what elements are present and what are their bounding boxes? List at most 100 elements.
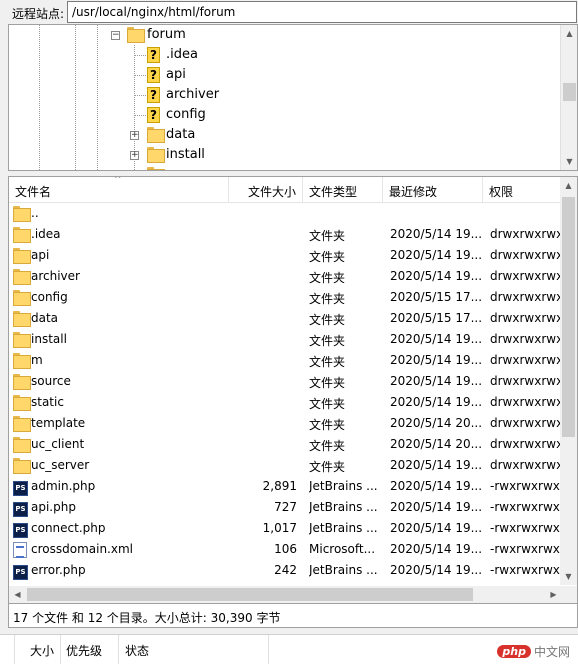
scroll-left-icon[interactable]: ◀ xyxy=(9,586,26,603)
column-header-permissions[interactable]: 权限 xyxy=(483,177,562,203)
scroll-up-icon[interactable]: ▲ xyxy=(561,25,577,42)
file-permissions: -rwxrwxrwx xyxy=(490,521,560,535)
file-row[interactable]: template 文件夹 2020/5/14 20... drwxrwxrwx xyxy=(9,413,562,434)
tree-item-label: data xyxy=(166,127,196,142)
phpstorm-file-icon: PS xyxy=(13,523,28,538)
file-size: 242 xyxy=(274,563,297,577)
file-row[interactable]: config 文件夹 2020/5/15 17... drwxrwxrwx xyxy=(9,287,562,308)
file-permissions: drwxrwxrwx xyxy=(490,353,562,367)
file-modified: 2020/5/14 19... xyxy=(390,563,482,577)
file-row[interactable]: archiver 文件夹 2020/5/14 19... drwxrwxrwx xyxy=(9,266,562,287)
file-modified: 2020/5/14 19... xyxy=(390,500,482,514)
file-modified: 2020/5/14 19... xyxy=(390,521,482,535)
tree-item-config[interactable]: ? config xyxy=(9,105,559,125)
file-permissions: drwxrwxrwx xyxy=(490,395,562,409)
queue-column-priority[interactable]: 优先级 xyxy=(66,642,102,659)
file-modified: 2020/5/14 19... xyxy=(390,332,482,346)
tree-item-install[interactable]: + install xyxy=(9,145,559,165)
folder-icon xyxy=(13,416,31,432)
column-header-filetype[interactable]: 文件类型 xyxy=(303,177,383,203)
folder-icon xyxy=(13,248,31,264)
tree-item-label: install xyxy=(166,147,205,162)
tree-item-api[interactable]: ? api xyxy=(9,65,559,85)
scrollbar-corner xyxy=(560,586,577,603)
tree-item-archiver[interactable]: ? archiver xyxy=(9,85,559,105)
collapse-icon[interactable]: − xyxy=(111,31,120,40)
tree-item-idea[interactable]: ? .idea xyxy=(9,45,559,65)
file-modified: 2020/5/14 19... xyxy=(390,353,482,367)
file-type: 文件夹 xyxy=(309,460,346,474)
expand-icon[interactable]: + xyxy=(130,131,139,140)
folder-icon xyxy=(147,147,165,163)
remote-file-list[interactable]: 文件名 ^ 文件大小 文件类型 最近修改 权限 .. .idea 文件夹 2020/5… xyxy=(8,176,578,604)
file-name: archiver xyxy=(31,269,80,283)
file-modified: 2020/5/14 20... xyxy=(390,416,482,430)
remote-site-label: 远程站点: xyxy=(12,7,65,21)
scroll-up-icon[interactable]: ▲ xyxy=(560,177,577,194)
file-row[interactable]: uc_client 文件夹 2020/5/14 20... drwxrwxrwx xyxy=(9,434,562,455)
file-row[interactable]: .. xyxy=(9,203,562,224)
file-row[interactable]: source 文件夹 2020/5/14 19... drwxrwxrwx xyxy=(9,371,562,392)
file-row[interactable]: PS admin.php 2,891 JetBrains ... 2020/5/14 1… xyxy=(9,476,562,497)
file-list-header: 文件名 ^ 文件大小 文件类型 最近修改 权限 xyxy=(9,177,562,203)
file-row[interactable]: crossdomain.xml 106 Microsoft... 2020/5/14 … xyxy=(9,539,562,560)
file-icon-slot: PS xyxy=(13,500,28,517)
file-row[interactable]: PS api.php 727 JetBrains ... 2020/5/14 19...… xyxy=(9,497,562,518)
file-permissions: drwxrwxrwx xyxy=(490,458,562,472)
remote-site-bar: 远程站点: /usr/local/nginx/html/forum xyxy=(0,0,578,24)
tree-guide-line xyxy=(134,75,146,76)
file-modified: 2020/5/14 19... xyxy=(390,269,482,283)
file-type: 文件夹 xyxy=(309,418,346,432)
file-permissions: drwxrwxrwx xyxy=(490,374,562,388)
file-type: 文件夹 xyxy=(309,250,346,264)
remote-directory-tree[interactable]: − forum ? .idea ? api ? archiver ? confi… xyxy=(8,24,578,171)
tree-guide-line xyxy=(134,115,146,116)
folder-icon xyxy=(13,269,31,285)
file-name: static xyxy=(31,395,64,409)
tree-item-label: forum xyxy=(147,27,186,42)
scrollbar-thumb[interactable] xyxy=(563,83,576,101)
file-row[interactable]: .idea 文件夹 2020/5/14 19... drwxrwxrwx xyxy=(9,224,562,245)
tree-item-forum[interactable]: − forum xyxy=(9,25,559,45)
tree-vertical-scrollbar[interactable]: ▲ ▼ xyxy=(560,25,577,170)
column-header-filesize[interactable]: 文件大小 xyxy=(229,177,303,203)
tree-item-data[interactable]: + data xyxy=(9,125,559,145)
file-row[interactable]: uc_server 文件夹 2020/5/14 19... drwxrwxrwx xyxy=(9,455,562,476)
file-name: template xyxy=(31,416,86,430)
sort-ascending-icon: ^ xyxy=(114,176,122,185)
column-divider xyxy=(60,635,61,664)
file-row[interactable]: PS connect.php 1,017 JetBrains ... 2020/5/14… xyxy=(9,518,562,539)
queue-column-size[interactable]: 大小 xyxy=(30,642,54,659)
scroll-down-icon[interactable]: ▼ xyxy=(560,568,577,585)
file-row[interactable]: api 文件夹 2020/5/14 19... drwxrwxrwx xyxy=(9,245,562,266)
file-name: crossdomain.xml xyxy=(31,542,133,556)
file-icon-slot: PS xyxy=(13,521,28,538)
folder-icon xyxy=(13,227,31,243)
file-icon-slot xyxy=(13,353,31,370)
file-row[interactable]: data 文件夹 2020/5/15 17... drwxrwxrwx xyxy=(9,308,562,329)
unknown-folder-icon: ? xyxy=(147,87,160,103)
folder-icon xyxy=(147,167,165,170)
expand-icon[interactable]: + xyxy=(130,151,139,160)
scrollbar-thumb[interactable] xyxy=(27,588,473,601)
file-type: JetBrains ... xyxy=(309,563,378,577)
file-modified: 2020/5/15 17... xyxy=(390,311,482,325)
scrollbar-thumb[interactable] xyxy=(562,197,575,437)
file-permissions: -rwxrwxrwx xyxy=(490,479,560,493)
phpstorm-file-icon: PS xyxy=(13,502,28,517)
unknown-folder-icon: ? xyxy=(147,67,160,83)
file-permissions: drwxrwxrwx xyxy=(490,416,562,430)
file-row[interactable]: PS error.php 242 JetBrains ... 2020/5/14 19.… xyxy=(9,560,562,581)
file-row[interactable]: m 文件夹 2020/5/14 19... drwxrwxrwx xyxy=(9,350,562,371)
queue-column-status[interactable]: 状态 xyxy=(125,642,149,659)
file-row[interactable]: install 文件夹 2020/5/14 19... drwxrwxrwx xyxy=(9,329,562,350)
column-header-modified[interactable]: 最近修改 xyxy=(383,177,483,203)
file-permissions: drwxrwxrwx xyxy=(490,290,562,304)
list-vertical-scrollbar[interactable]: ▲ ▼ xyxy=(560,177,577,585)
folder-icon xyxy=(13,374,31,390)
scroll-down-icon[interactable]: ▼ xyxy=(561,153,577,170)
file-row[interactable]: static 文件夹 2020/5/14 19... drwxrwxrwx xyxy=(9,392,562,413)
remote-path-input[interactable]: /usr/local/nginx/html/forum xyxy=(67,1,577,23)
file-type: 文件夹 xyxy=(309,439,346,453)
list-horizontal-scrollbar[interactable]: ◀ ▶ xyxy=(9,586,562,603)
